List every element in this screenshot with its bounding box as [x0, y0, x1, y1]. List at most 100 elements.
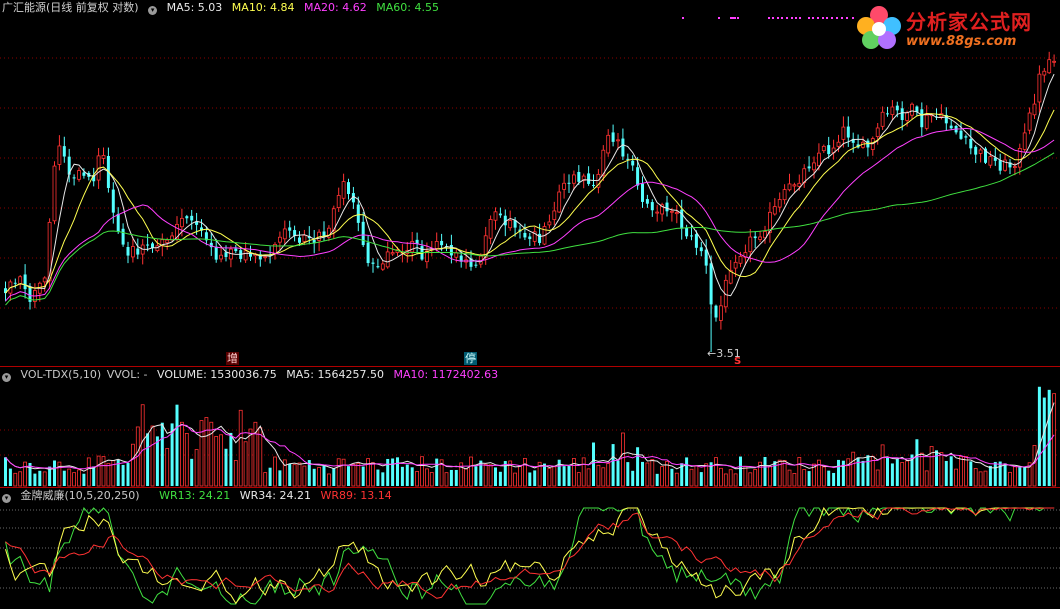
volume-bar — [194, 449, 199, 487]
candle-body — [111, 189, 115, 213]
volume-header: ▾ VOL-TDX(5,10) VVOL: - VOLUME: 1530036.… — [2, 368, 504, 382]
volume-bar — [386, 458, 390, 486]
candle-body — [655, 211, 660, 214]
signal-dot — [737, 17, 739, 19]
ma10-readout: MA10: 4.84 — [231, 1, 295, 14]
logo-url: www.88gs.com — [906, 34, 1017, 49]
signal-dot — [822, 17, 824, 19]
chart-canvas[interactable] — [0, 0, 1060, 609]
volume-bar — [645, 462, 650, 487]
wr-indicator-name: 金牌威廉(10,5,20,250) — [20, 489, 140, 502]
candle-body — [694, 234, 698, 248]
volume-bar — [263, 472, 268, 487]
candle-body — [1047, 59, 1052, 74]
volume-bar — [405, 464, 409, 486]
volume-bar — [140, 404, 145, 487]
candle-body — [827, 145, 831, 155]
candle-body — [1032, 103, 1037, 116]
candle-body — [880, 111, 885, 127]
candle-body — [190, 215, 194, 221]
volume-bar — [792, 473, 797, 487]
volume-bar — [797, 457, 802, 487]
candle-body — [641, 183, 644, 202]
volume-bars[interactable] — [4, 386, 1056, 487]
candle-body — [214, 246, 218, 260]
volume-bar — [219, 434, 224, 487]
candle-body — [488, 219, 493, 239]
volume-bar — [944, 460, 948, 486]
candle-body — [699, 247, 703, 252]
candle-body — [547, 221, 552, 226]
volume-bar — [420, 456, 424, 487]
candle-body — [631, 160, 635, 166]
candle-body — [670, 210, 674, 213]
candle-body — [356, 204, 360, 223]
volume-bar — [317, 466, 322, 487]
volume-bar — [199, 420, 204, 487]
ting-marker: 停 — [464, 352, 477, 365]
volume-bar — [728, 469, 733, 487]
volume-bar — [964, 456, 968, 487]
candle-body — [390, 252, 395, 255]
candle-body — [224, 252, 228, 257]
candle-body — [263, 256, 268, 259]
candle-body — [371, 262, 375, 264]
candle-body — [508, 220, 513, 229]
volume-bar — [993, 461, 997, 486]
volume-bar — [82, 473, 86, 486]
candle-body — [959, 130, 963, 139]
volume-bar — [351, 463, 356, 487]
volume-bar — [670, 468, 674, 486]
candle-body — [347, 182, 350, 195]
volume-bar — [449, 469, 453, 486]
signal-dot — [831, 17, 833, 19]
volume-bar — [415, 471, 420, 487]
chevron-down-icon[interactable]: ▾ — [148, 6, 158, 15]
volume-bar — [72, 472, 76, 487]
chevron-down-icon[interactable]: ▾ — [2, 494, 11, 503]
volume-bar — [807, 471, 811, 486]
volume-bar — [748, 472, 753, 487]
candle-body — [812, 162, 816, 171]
volume-bar — [302, 465, 307, 487]
volume-bar — [292, 464, 297, 487]
candle-body — [493, 211, 498, 221]
ma20-readout: MA20: 4.62 — [304, 1, 367, 14]
candle-body — [782, 189, 787, 201]
candle-body — [817, 152, 821, 167]
candle-body — [1042, 70, 1047, 76]
candle-body — [758, 236, 762, 240]
volume-bar — [488, 464, 493, 487]
volume-bar — [229, 432, 233, 486]
candle-body — [376, 266, 380, 268]
candle-body — [165, 239, 170, 244]
volume-bar — [733, 473, 738, 487]
volume-bar — [86, 457, 91, 487]
volume-bar — [498, 471, 502, 486]
volume-bar — [278, 470, 282, 486]
volume-bar — [533, 470, 537, 486]
volume-bar — [518, 465, 522, 487]
candle-body — [557, 191, 562, 213]
signal-dot — [836, 17, 838, 19]
volume-bar — [596, 464, 601, 487]
candle-body — [974, 146, 978, 155]
candle-body — [434, 241, 439, 249]
volume-bar — [846, 458, 851, 487]
signal-dot — [846, 17, 848, 19]
candle-body — [380, 263, 385, 270]
candle-body — [298, 237, 301, 243]
volume-bar — [1032, 445, 1037, 487]
volume-bar — [23, 461, 28, 487]
price-candles[interactable] — [4, 51, 1056, 352]
volume-bar — [400, 466, 404, 486]
chevron-down-icon[interactable]: ▾ — [2, 373, 11, 382]
candle-body — [738, 255, 743, 264]
vol-ma5-readout: MA5: 1564257.50 — [286, 368, 384, 381]
volume-bar — [513, 472, 517, 487]
volume-bar — [435, 458, 439, 486]
candle-body — [674, 212, 679, 215]
signal-dot — [817, 17, 819, 19]
volume-bar — [880, 444, 885, 487]
volume-bar — [494, 467, 497, 486]
